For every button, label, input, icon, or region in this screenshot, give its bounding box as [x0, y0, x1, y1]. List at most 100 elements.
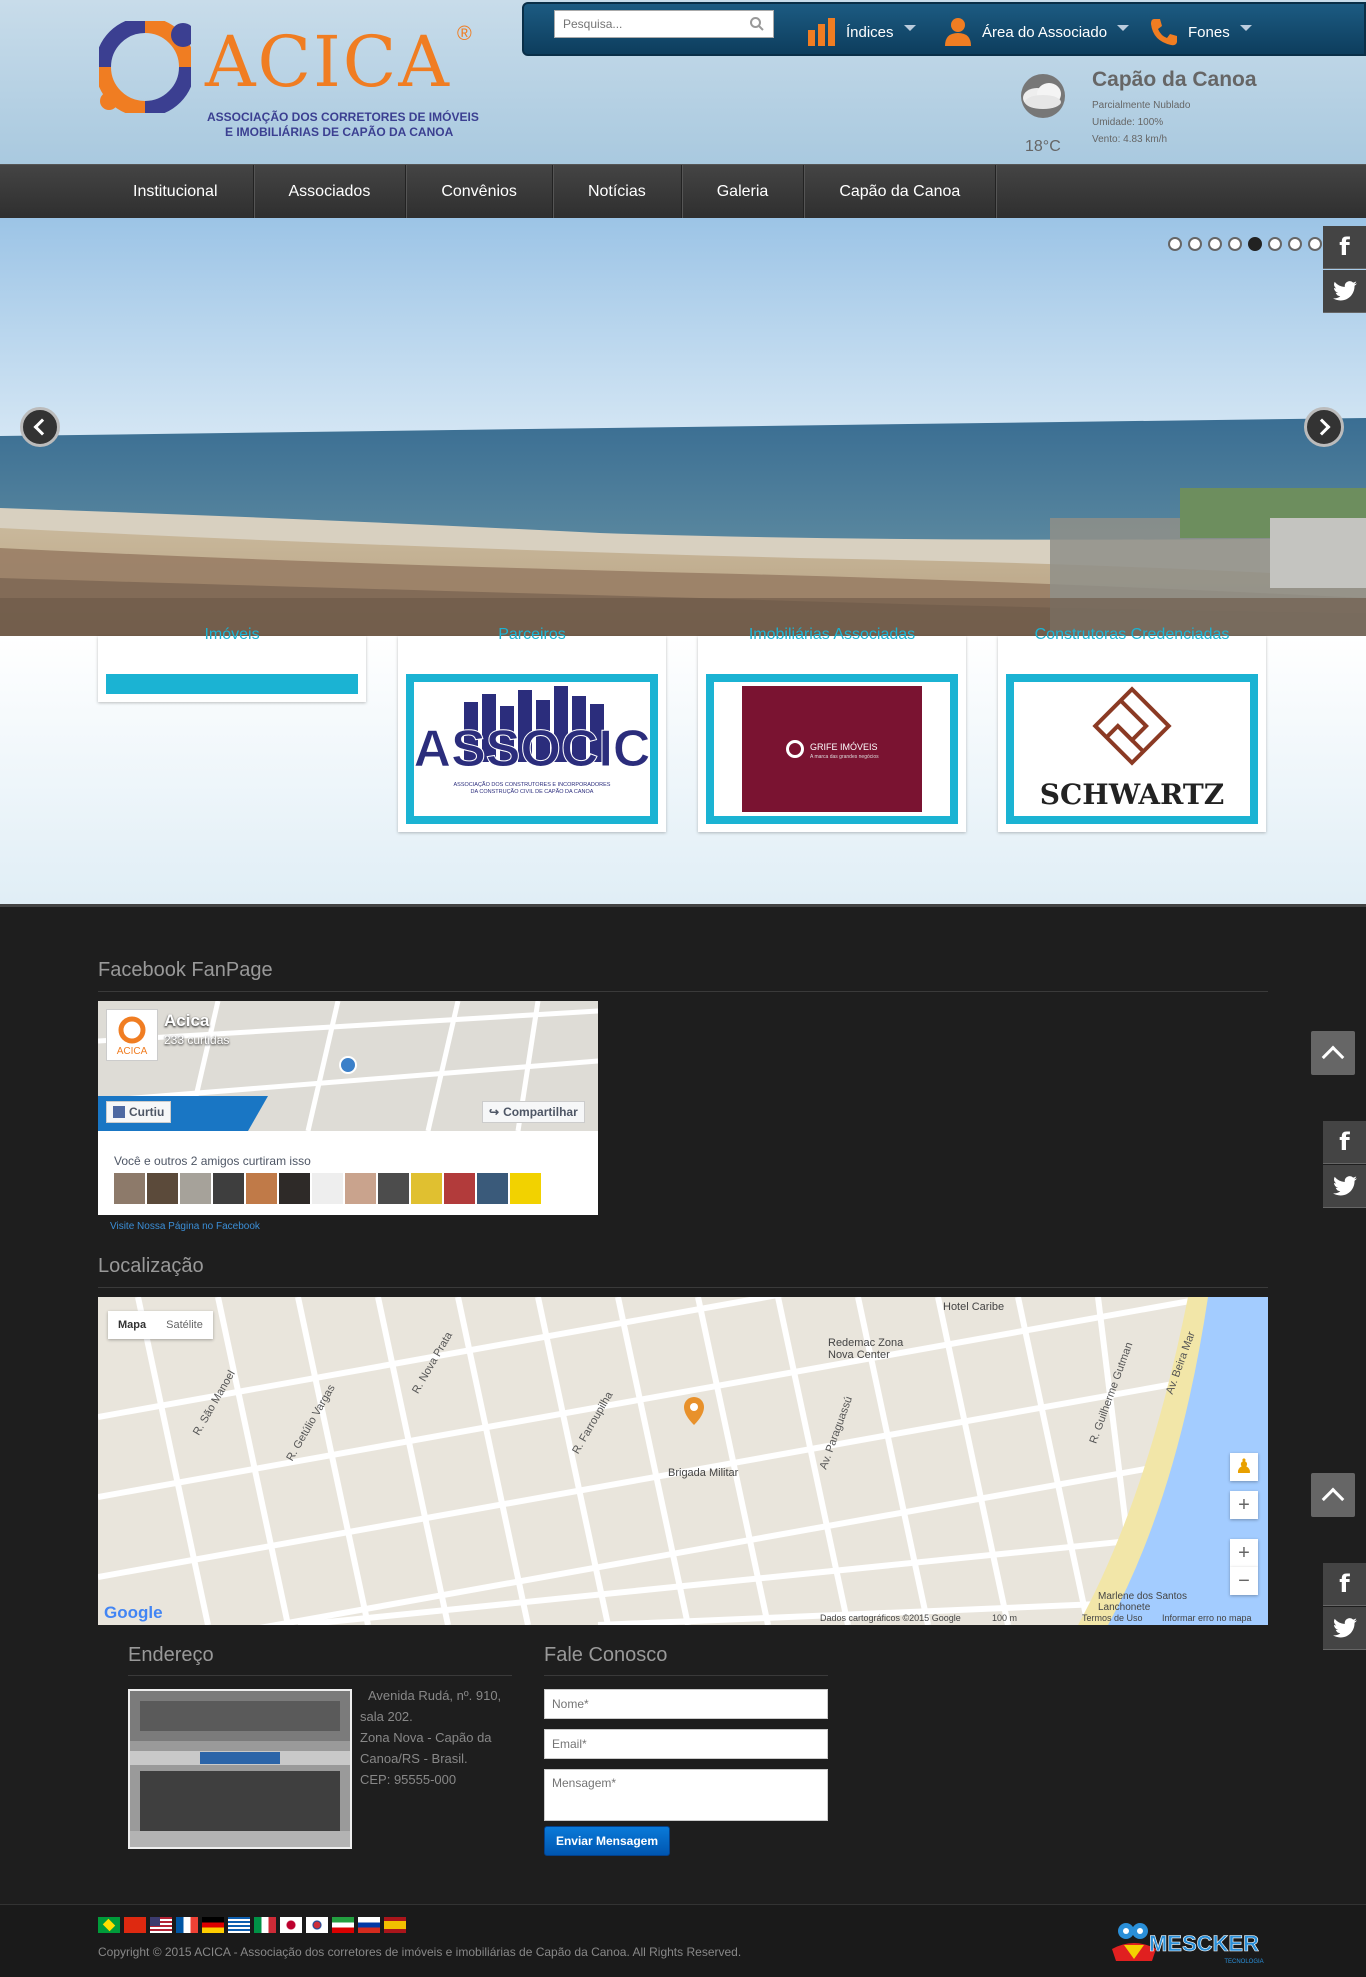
partner-title: Construtoras Credenciadas: [1034, 626, 1230, 643]
twitter-button[interactable]: [1323, 1165, 1366, 1208]
pegman-icon[interactable]: ♟: [1230, 1453, 1258, 1481]
language-flags: [98, 1917, 406, 1933]
mescker-logo[interactable]: MESCKER TECNOLOGIA: [1104, 1915, 1269, 1971]
acica-logo[interactable]: ACICA ® ASSOCIAÇÃO DOS CORRETORES DE IMÓ…: [95, 15, 485, 145]
nav-convenios[interactable]: Convênios: [406, 165, 553, 219]
slider-dot[interactable]: [1288, 237, 1302, 251]
friend-avatar[interactable]: [114, 1173, 145, 1204]
zoom-in-button[interactable]: +: [1230, 1539, 1258, 1567]
flag-usa-icon[interactable]: [150, 1917, 172, 1933]
slider-next-button[interactable]: [1304, 407, 1344, 447]
partner-card-parceiros[interactable]: Parceiros ASSOCIC ASSOCIAÇÃO DOS CONSTRU…: [398, 626, 666, 832]
facebook-cover: ACICA Acica 233 curtidas Curtiu ↪ Compart…: [98, 1001, 598, 1131]
friend-avatar[interactable]: [411, 1173, 442, 1204]
nav-capao-da-canoa[interactable]: Capão da Canoa: [804, 165, 997, 219]
flag-korea-icon[interactable]: [306, 1917, 328, 1933]
facebook-page-link[interactable]: Visite Nossa Página no Facebook: [110, 1221, 260, 1232]
flag-france-icon[interactable]: [176, 1917, 198, 1933]
partner-title: Imobiliárias Associadas: [748, 626, 916, 643]
search-input[interactable]: [555, 11, 740, 37]
address-line: CEP: 95555-000: [360, 1772, 457, 1787]
friend-avatar[interactable]: [213, 1173, 244, 1204]
address-section-title: Endereço: [128, 1644, 214, 1666]
facebook-page-widget[interactable]: ACICA Acica 233 curtidas Curtiu ↪ Compart…: [98, 1001, 598, 1215]
address-line: Avenida Rudá, nº. 910,: [368, 1688, 502, 1703]
friend-avatar[interactable]: [345, 1173, 376, 1204]
partner-card-construtoras[interactable]: Construtoras Credenciadas SCHWARTZ: [998, 626, 1266, 832]
email-field[interactable]: [544, 1729, 828, 1759]
friend-avatar[interactable]: [477, 1173, 508, 1204]
flag-italy-icon[interactable]: [254, 1917, 276, 1933]
partner-card-imoveis[interactable]: Imóveis: [98, 626, 366, 702]
nav-noticias[interactable]: Notícias: [553, 165, 682, 219]
tab-satellite[interactable]: Satélite: [156, 1311, 213, 1339]
flag-russia-icon[interactable]: [358, 1917, 380, 1933]
location-map[interactable]: Brigada Militar Hotel Caribe Redemac Zon…: [98, 1297, 1268, 1625]
slider-dot[interactable]: [1208, 237, 1222, 251]
flag-china-icon[interactable]: [124, 1917, 146, 1933]
tab-map[interactable]: Mapa: [108, 1311, 156, 1339]
friend-avatar[interactable]: [312, 1173, 343, 1204]
friends-text: Você e outros 2 amigos curtiram isso: [114, 1154, 311, 1168]
map-terms-link[interactable]: Termos de Uso: [1082, 1613, 1143, 1623]
slider-prev-button[interactable]: [20, 407, 60, 447]
slider-dot[interactable]: [1188, 237, 1202, 251]
weather-temp: 18°C: [1025, 138, 1061, 155]
friend-avatar[interactable]: [147, 1173, 178, 1204]
address-line: Canoa/RS - Brasil.: [360, 1751, 468, 1766]
map-type-tabs: Mapa Satélite: [108, 1311, 213, 1339]
partner-card-imobiliarias[interactable]: Imobiliárias Associadas GRIFE IMÓVEIS A …: [698, 626, 966, 832]
site-footer: Facebook FanPage ACICA Acica 233 curtida…: [0, 904, 1366, 1904]
flag-spain-icon[interactable]: [384, 1917, 406, 1933]
acica-avatar-icon: ACICA: [117, 1016, 148, 1057]
menu-indices[interactable]: Índices: [806, 14, 916, 50]
flag-greece-icon[interactable]: [228, 1917, 250, 1933]
slider-dot[interactable]: [1308, 237, 1322, 251]
liked-button[interactable]: Curtiu: [106, 1101, 172, 1123]
friend-avatar[interactable]: [510, 1173, 541, 1204]
facebook-button[interactable]: f: [1323, 1121, 1366, 1164]
schwartz-logo-graphic: SCHWARTZ: [1040, 686, 1224, 811]
twitter-button[interactable]: [1323, 270, 1366, 313]
zoom-in-button[interactable]: +: [1230, 1491, 1258, 1519]
map-report-link[interactable]: Informar erro no mapa: [1162, 1613, 1252, 1623]
nav-galeria[interactable]: Galeria: [682, 165, 805, 219]
facebook-button[interactable]: f: [1323, 226, 1366, 269]
flag-iran-icon[interactable]: [332, 1917, 354, 1933]
friend-avatar[interactable]: [180, 1173, 211, 1204]
friend-avatar[interactable]: [279, 1173, 310, 1204]
zoom-out-button[interactable]: −: [1230, 1567, 1258, 1595]
menu-fones[interactable]: Fones: [1148, 14, 1252, 50]
slider-dot[interactable]: [1228, 237, 1242, 251]
page-name[interactable]: Acica: [164, 1011, 209, 1031]
location-section-title: Localização: [98, 1255, 204, 1277]
facebook-button[interactable]: f: [1323, 1563, 1366, 1606]
slider-dot[interactable]: [1248, 237, 1262, 251]
search-icon[interactable]: [749, 16, 765, 32]
scroll-top-button[interactable]: [1311, 1473, 1355, 1517]
menu-area-associado[interactable]: Área do Associado: [942, 14, 1130, 50]
divider: [544, 1675, 828, 1676]
twitter-button[interactable]: [1323, 1607, 1366, 1650]
nav-associados[interactable]: Associados: [254, 165, 407, 219]
flag-japan-icon[interactable]: [280, 1917, 302, 1933]
flag-germany-icon[interactable]: [202, 1917, 224, 1933]
search-box: [554, 10, 774, 38]
scroll-top-button[interactable]: [1311, 1031, 1355, 1075]
nav-institucional[interactable]: Institucional: [98, 165, 254, 219]
friend-avatar[interactable]: [246, 1173, 277, 1204]
logo-ring-icon: [99, 21, 191, 113]
name-field[interactable]: [544, 1689, 828, 1719]
partners-section: Imóveis Parceiros ASSOCIC ASSOCIAÇÃO DOS…: [0, 626, 1366, 904]
chevron-down-icon: [1239, 25, 1252, 31]
slider-dot[interactable]: [1268, 237, 1282, 251]
send-message-button[interactable]: Enviar Mensagem: [544, 1826, 670, 1856]
friend-avatar[interactable]: [444, 1173, 475, 1204]
flag-brazil-icon[interactable]: [98, 1917, 120, 1933]
share-button[interactable]: ↪ Compartilhar: [482, 1101, 585, 1123]
grife-logo-sub: A marca das grandes negócios: [810, 754, 879, 760]
friend-avatar[interactable]: [378, 1173, 409, 1204]
hero-slider: [0, 218, 1366, 636]
message-field[interactable]: [544, 1769, 828, 1821]
slider-dot[interactable]: [1168, 237, 1182, 251]
